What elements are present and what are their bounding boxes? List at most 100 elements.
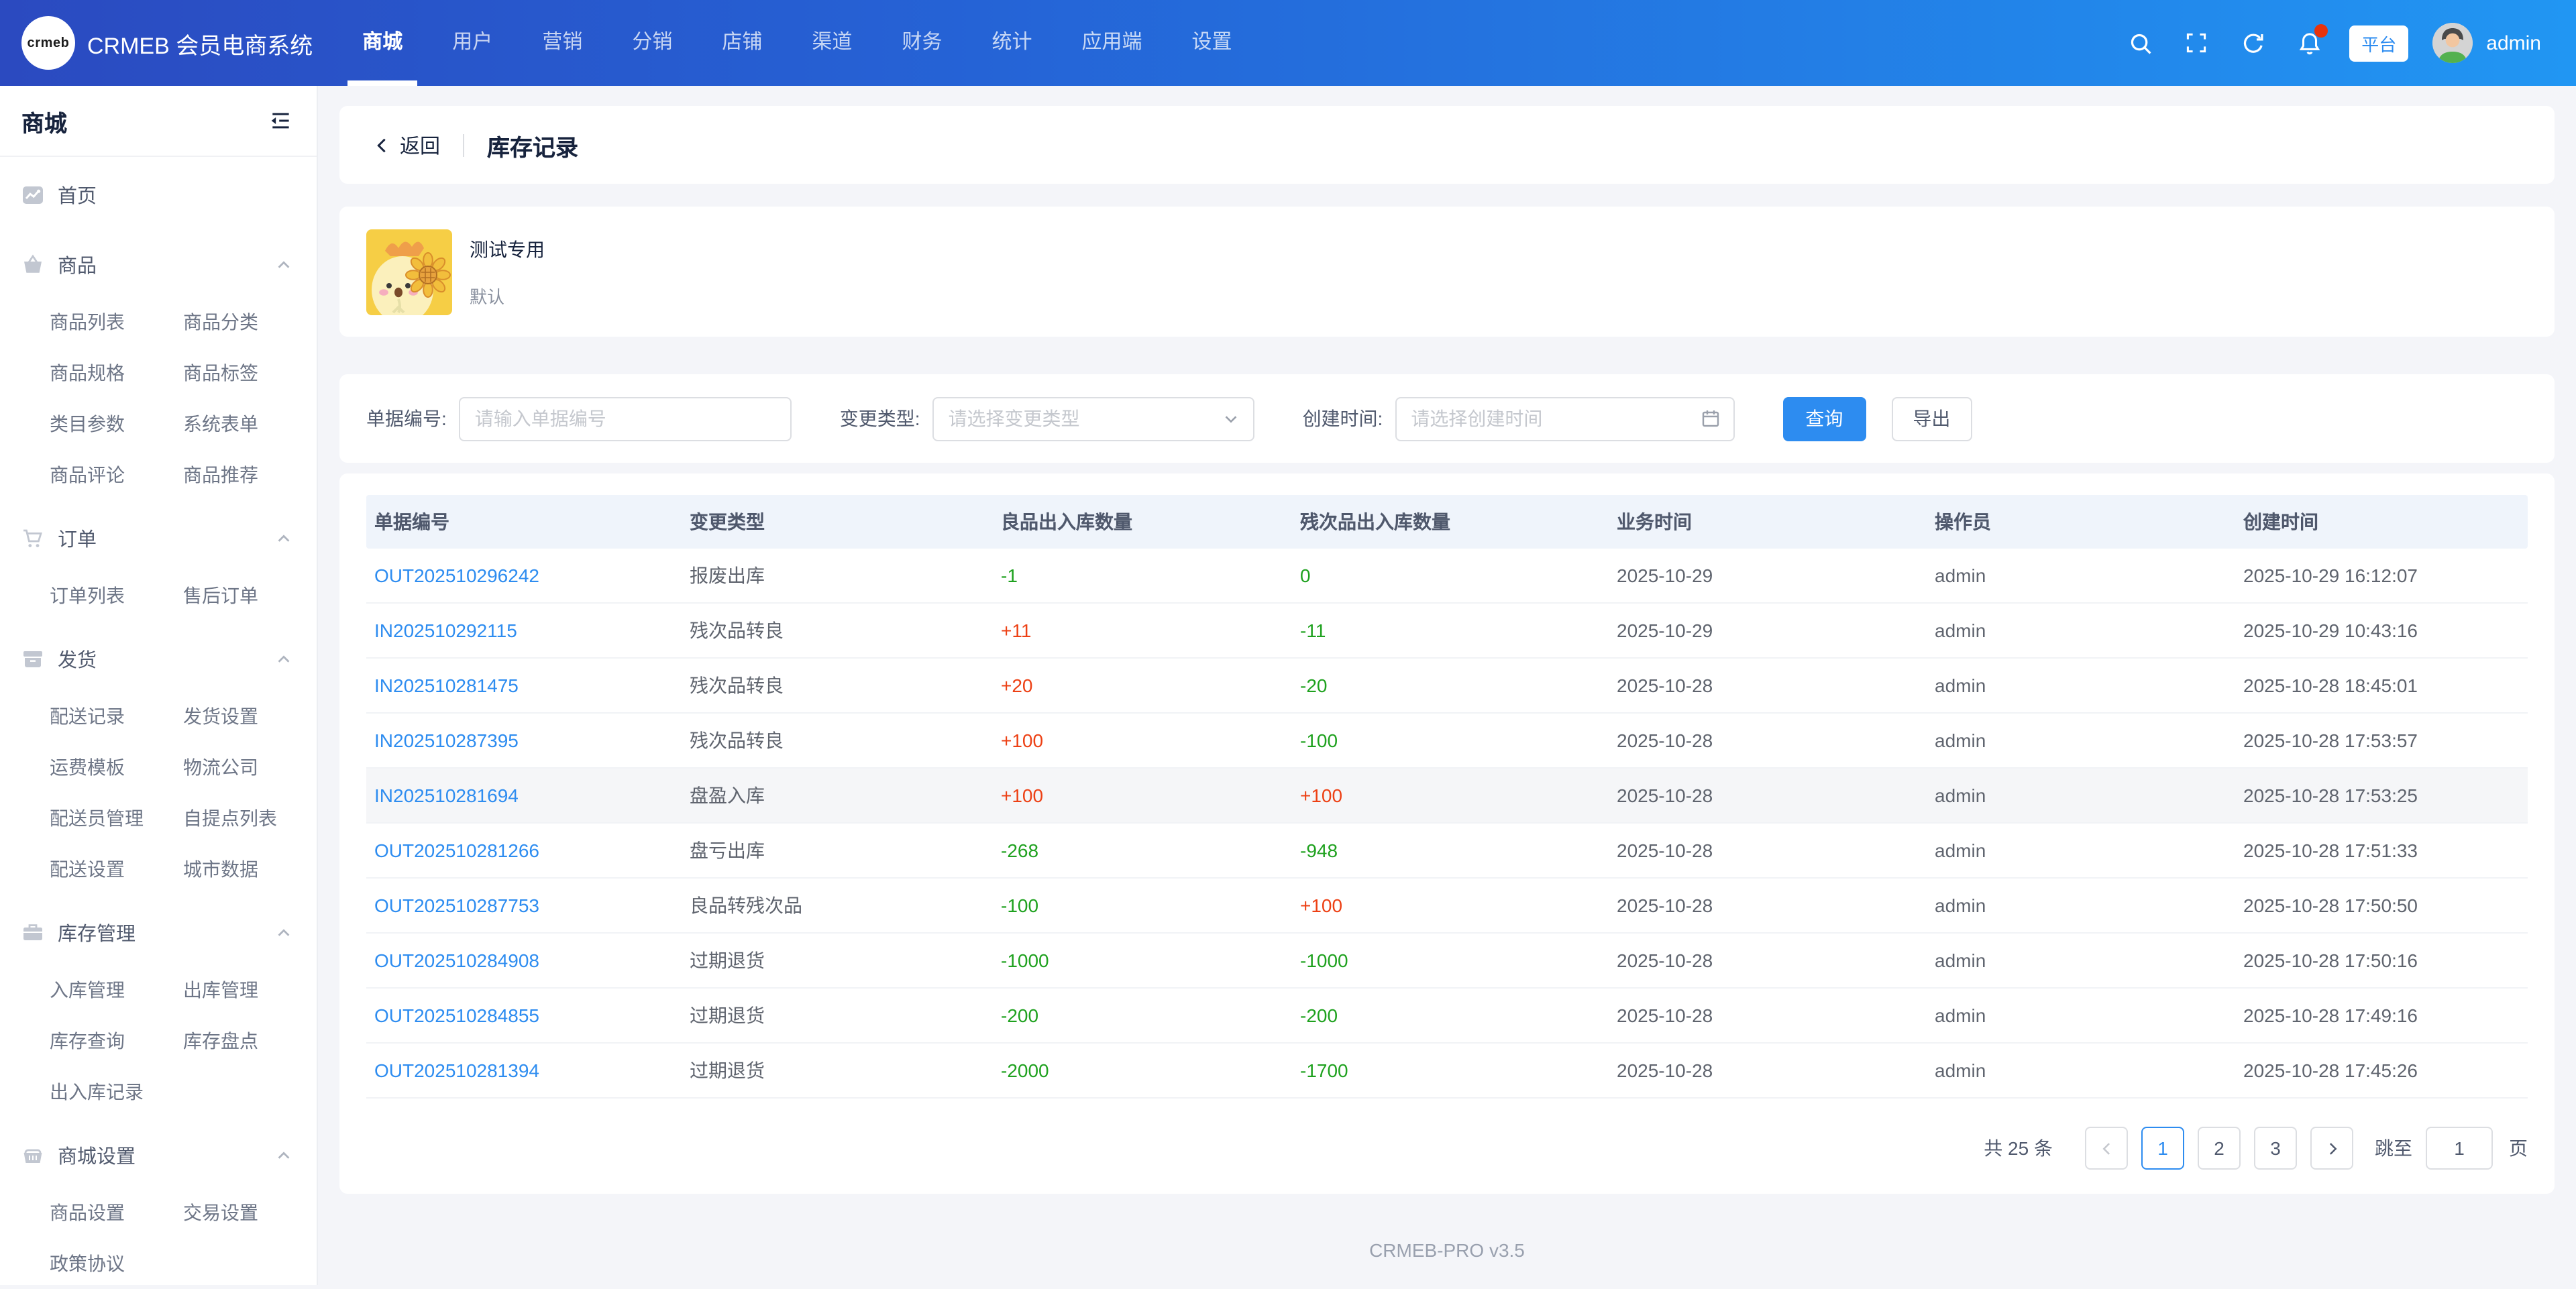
order-no-link[interactable]: OUT202510284908 xyxy=(374,950,539,971)
cell-operator: admin xyxy=(1927,1060,2235,1081)
sidebar-item[interactable]: 系统表单 xyxy=(183,410,317,437)
sidebar-item[interactable]: 发货设置 xyxy=(183,703,317,730)
sidebar-item[interactable]: 配送员管理 xyxy=(50,805,183,832)
cell-created-time: 2025-10-28 17:53:57 xyxy=(2235,730,2528,751)
date-picker-input[interactable] xyxy=(1396,398,1701,439)
sidebar-item[interactable]: 商品推荐 xyxy=(183,461,317,488)
nav-item-statistics[interactable]: 统计 xyxy=(991,0,1032,86)
cell-created-time: 2025-10-28 17:49:16 xyxy=(2235,1005,2528,1026)
cell-biz-time: 2025-10-28 xyxy=(1609,730,1927,751)
change-type-select[interactable] xyxy=(932,396,1254,441)
filter-change-type: 变更类型: xyxy=(840,396,1254,441)
sidebar-item[interactable]: 订单列表 xyxy=(50,582,183,609)
sidebar-item[interactable]: 入库管理 xyxy=(50,976,183,1003)
nav-item-settings[interactable]: 设置 xyxy=(1192,0,1232,86)
menu-fold-icon[interactable] xyxy=(268,109,292,133)
order-no-link[interactable]: IN202510287395 xyxy=(374,730,519,751)
change-type-select-input[interactable] xyxy=(934,398,1222,439)
nav-item-app[interactable]: 应用端 xyxy=(1082,0,1142,86)
date-picker[interactable] xyxy=(1395,396,1734,441)
nav-item-channel[interactable]: 渠道 xyxy=(812,0,852,86)
filter-order-no: 单据编号: xyxy=(366,396,792,441)
back-button[interactable]: 返回 xyxy=(373,131,440,159)
cell-operator: admin xyxy=(1927,895,2235,916)
fullscreen-icon[interactable] xyxy=(2183,30,2210,56)
records-table-card: 单据编号 变更类型 良品出入库数量 残次品出入库数量 业务时间 操作员 创建时间… xyxy=(339,473,2555,1194)
pagination-page-suffix: 页 xyxy=(2509,1135,2528,1162)
sidebar-item[interactable]: 交易设置 xyxy=(183,1199,317,1226)
change-type-label: 变更类型: xyxy=(840,405,920,432)
sidebar-group-goods[interactable]: 商品 xyxy=(0,232,317,296)
product-name: 测试专用 xyxy=(470,235,545,262)
sidebar-item[interactable]: 商品评论 xyxy=(50,461,183,488)
pagination-jump-input[interactable] xyxy=(2426,1127,2493,1170)
search-icon[interactable] xyxy=(2127,30,2153,56)
cell-operator: admin xyxy=(1927,840,2235,861)
cell-good-qty: -1000 xyxy=(993,950,1292,971)
sidebar-item[interactable]: 类目参数 xyxy=(50,410,183,437)
nav-item-mall[interactable]: 商城 xyxy=(362,0,402,86)
nav-item-store[interactable]: 店铺 xyxy=(722,0,762,86)
sidebar-group-label: 发货 xyxy=(58,644,97,673)
pagination-page-1[interactable]: 1 xyxy=(2141,1127,2184,1170)
refresh-icon[interactable] xyxy=(2239,30,2266,56)
sidebar-group-mall-settings[interactable]: 商城设置 xyxy=(0,1123,317,1187)
chevron-up-icon xyxy=(275,650,292,667)
nav-item-marketing[interactable]: 营销 xyxy=(542,0,582,86)
pagination-prev-button[interactable] xyxy=(2085,1127,2128,1170)
avatar[interactable] xyxy=(2432,23,2473,63)
nav-item-finance[interactable]: 财务 xyxy=(902,0,942,86)
order-no-link[interactable]: IN202510281694 xyxy=(374,785,519,806)
sidebar-item-home[interactable]: 首页 xyxy=(0,162,317,227)
notification-bell-icon[interactable] xyxy=(2296,30,2322,56)
sidebar-item[interactable]: 物流公司 xyxy=(183,754,317,781)
sidebar-item[interactable]: 商品标签 xyxy=(183,359,317,386)
sidebar-item[interactable]: 城市数据 xyxy=(183,856,317,883)
sidebar-group-orders[interactable]: 订单 xyxy=(0,506,317,570)
sidebar-title: 商城 xyxy=(21,104,67,137)
order-no-link[interactable]: OUT202510296242 xyxy=(374,565,539,586)
sidebar-item[interactable]: 出库管理 xyxy=(183,976,317,1003)
order-no-link[interactable]: IN202510292115 xyxy=(374,620,517,641)
sidebar-item[interactable]: 商品设置 xyxy=(50,1199,183,1226)
sidebar-item[interactable]: 商品规格 xyxy=(50,359,183,386)
pagination-page-3[interactable]: 3 xyxy=(2254,1127,2297,1170)
table-row: OUT202510284908 过期退货 -1000 -1000 2025-10… xyxy=(366,934,2528,989)
order-no-input[interactable] xyxy=(460,398,790,439)
cart-icon xyxy=(21,526,44,549)
sidebar-item-stock-records[interactable]: 出入库记录 xyxy=(50,1078,183,1105)
cell-defect-qty: +100 xyxy=(1292,785,1609,806)
pagination-next-button[interactable] xyxy=(2310,1127,2353,1170)
sidebar-item[interactable]: 运费模板 xyxy=(50,754,183,781)
cell-change-type: 残次品转良 xyxy=(682,727,993,754)
sidebar-item[interactable]: 配送记录 xyxy=(50,703,183,730)
cell-good-qty: -1 xyxy=(993,565,1292,586)
sidebar-group-inventory[interactable]: 库存管理 xyxy=(0,900,317,964)
sidebar-item[interactable]: 政策协议 xyxy=(50,1250,183,1277)
order-no-link[interactable]: OUT202510281266 xyxy=(374,840,539,861)
order-no-link[interactable]: OUT202510284855 xyxy=(374,1005,539,1026)
order-no-link[interactable]: OUT202510287753 xyxy=(374,895,539,916)
sidebar-item[interactable]: 配送设置 xyxy=(50,856,183,883)
sidebar-item[interactable]: 自提点列表 xyxy=(183,805,317,832)
table-row: OUT202510296242 报废出库 -1 0 2025-10-29 adm… xyxy=(366,549,2528,604)
sidebar-item[interactable]: 库存盘点 xyxy=(183,1027,317,1054)
cell-good-qty: -200 xyxy=(993,1005,1292,1026)
nav-item-users[interactable]: 用户 xyxy=(452,0,492,86)
pagination-page-2[interactable]: 2 xyxy=(2198,1127,2241,1170)
platform-badge[interactable]: 平台 xyxy=(2349,25,2408,61)
order-no-link[interactable]: OUT202510281394 xyxy=(374,1060,539,1081)
sidebar-group-delivery[interactable]: 发货 xyxy=(0,626,317,691)
sidebar-item[interactable]: 售后订单 xyxy=(183,582,317,609)
sidebar-item[interactable]: 商品分类 xyxy=(183,309,317,335)
order-no-link[interactable]: IN202510281475 xyxy=(374,675,519,696)
username[interactable]: admin xyxy=(2486,32,2541,54)
export-button[interactable]: 导出 xyxy=(1891,396,1972,441)
nav-item-distribution[interactable]: 分销 xyxy=(632,0,672,86)
search-button[interactable]: 查询 xyxy=(1782,396,1866,441)
cell-operator: admin xyxy=(1927,1005,2235,1026)
sidebar-item[interactable]: 商品列表 xyxy=(50,309,183,335)
main-nav: 商城 用户 营销 分销 店铺 渠道 财务 统计 应用端 设置 xyxy=(362,0,1281,86)
table-row: IN202510281475 残次品转良 +20 -20 2025-10-28 … xyxy=(366,659,2528,714)
sidebar-item[interactable]: 库存查询 xyxy=(50,1027,183,1054)
